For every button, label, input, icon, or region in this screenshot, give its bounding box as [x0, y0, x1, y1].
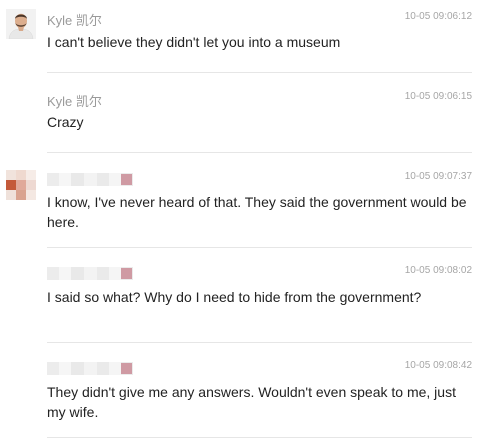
message-text: They didn't give me any answers. Wouldn'…	[47, 384, 456, 420]
sender-name	[47, 362, 133, 375]
message-divider	[47, 437, 472, 438]
timestamp: 10-05 09:08:42	[404, 360, 472, 371]
timestamp: 10-05 09:06:12	[404, 11, 472, 22]
chat-message: 10-05 09:08:42 They didn't give me any a…	[0, 343, 481, 444]
message-text: I said so what? Why do I need to hide fr…	[47, 289, 422, 305]
timestamp: 10-05 09:07:37	[404, 171, 472, 182]
man-photo-avatar-icon	[6, 9, 36, 39]
chat-message: Kyle 凯尔 10-05 09:06:15 Crazy	[0, 73, 481, 153]
message-text: I can't believe they didn't let you into…	[47, 34, 341, 50]
timestamp: 10-05 09:08:02	[404, 265, 472, 276]
sender-name	[47, 173, 133, 186]
chat-message: 10-05 09:07:37 I know, I've never heard …	[0, 153, 481, 248]
chat-message: Kyle 凯尔 10-05 09:06:12 I can't believe t…	[0, 0, 481, 73]
timestamp: 10-05 09:06:15	[404, 91, 472, 102]
chat-message: 10-05 09:08:02 I said so what? Why do I …	[0, 248, 481, 343]
avatar[interactable]	[6, 9, 36, 39]
sender-name: Kyle 凯尔	[47, 94, 102, 109]
message-text: I know, I've never heard of that. They s…	[47, 194, 467, 230]
sender-name: Kyle 凯尔	[47, 13, 102, 28]
sender-name	[47, 267, 133, 280]
pixelated-avatar-icon[interactable]	[6, 170, 36, 200]
message-text: Crazy	[47, 114, 84, 130]
